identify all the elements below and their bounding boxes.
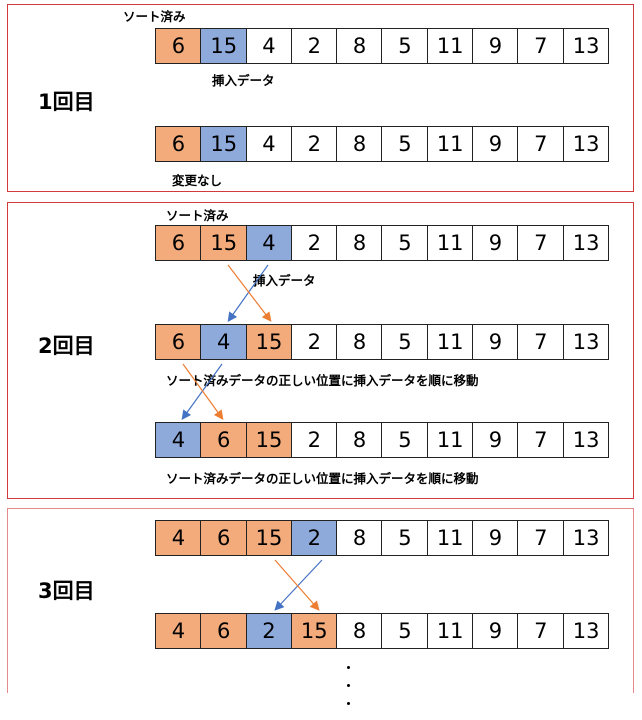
array-cell: 9 [472, 28, 519, 64]
array-cell: 15 [200, 28, 248, 64]
move-note: ソート済みデータの正しい位置に挿入データを順に移動 [166, 471, 479, 486]
round-3-row-2: 4 6 2 15 8 5 11 9 7 13 [155, 613, 610, 649]
array-cell: 7 [517, 28, 565, 64]
array-cell: 8 [336, 28, 383, 64]
array-cell: 13 [562, 28, 610, 64]
array-cell: 5 [381, 613, 429, 649]
array-cell: 8 [336, 324, 383, 360]
array-cell: 6 [155, 324, 202, 360]
array-cell: 15 [245, 422, 293, 458]
array-cell: 2 [290, 422, 338, 458]
array-cell: 13 [562, 225, 610, 261]
array-cell: 9 [472, 520, 519, 556]
round-2-row-1: 6 15 4 2 8 5 11 9 7 13 [155, 225, 610, 261]
sorted-label: ソート済み [123, 9, 186, 24]
round-1-row-2: 6 15 4 2 8 5 11 9 7 13 [155, 126, 610, 162]
round-1-row-1: 6 15 4 2 8 5 11 9 7 13 [155, 28, 610, 64]
array-cell: 13 [562, 520, 610, 556]
array-cell: 7 [517, 126, 565, 162]
round-2-row-2: 6 4 15 2 8 5 11 9 7 13 [155, 324, 610, 360]
round-3-row-1: 4 6 15 2 8 5 11 9 7 13 [155, 520, 610, 556]
array-cell: 11 [426, 126, 474, 162]
array-cell: 5 [381, 520, 429, 556]
array-cell: 15 [200, 126, 248, 162]
array-cell: 5 [381, 28, 429, 64]
array-cell: 7 [517, 520, 565, 556]
array-cell: 11 [426, 520, 474, 556]
dot [347, 666, 350, 669]
array-cell: 8 [336, 225, 383, 261]
array-cell: 2 [245, 613, 293, 649]
array-cell: 6 [155, 28, 202, 64]
round-2-row-3: 4 6 15 2 8 5 11 9 7 13 [155, 422, 610, 458]
array-cell: 6 [200, 613, 248, 649]
array-cell: 9 [472, 126, 519, 162]
array-cell: 13 [562, 324, 610, 360]
array-cell: 6 [200, 422, 248, 458]
array-cell: 2 [290, 225, 338, 261]
array-cell: 8 [336, 422, 383, 458]
array-cell: 11 [426, 422, 474, 458]
array-cell: 2 [290, 126, 338, 162]
array-cell: 2 [290, 28, 338, 64]
array-cell: 6 [155, 225, 202, 261]
array-cell: 15 [290, 613, 338, 649]
array-cell: 4 [155, 613, 202, 649]
array-cell: 11 [426, 613, 474, 649]
array-cell: 5 [381, 324, 429, 360]
array-cell: 6 [155, 126, 202, 162]
array-cell: 8 [336, 613, 383, 649]
array-cell: 5 [381, 126, 429, 162]
array-cell: 8 [336, 126, 383, 162]
dot [347, 702, 350, 705]
array-cell: 4 [245, 28, 293, 64]
insert-data-label: 挿入データ [212, 73, 275, 88]
array-cell: 9 [472, 324, 519, 360]
array-cell: 7 [517, 422, 565, 458]
array-cell: 13 [562, 613, 610, 649]
array-cell: 5 [381, 225, 429, 261]
continuation-dots [345, 662, 353, 712]
array-cell: 4 [155, 422, 202, 458]
array-cell: 13 [562, 422, 610, 458]
array-cell: 9 [472, 422, 519, 458]
round-2-label: 2回目 [38, 334, 95, 358]
array-cell: 9 [472, 225, 519, 261]
array-cell: 9 [472, 613, 519, 649]
array-cell: 2 [290, 520, 338, 556]
array-cell: 2 [290, 324, 338, 360]
array-cell: 4 [245, 225, 293, 261]
dot [347, 684, 350, 687]
round-1-label: 1回目 [38, 90, 95, 114]
array-cell: 11 [426, 225, 474, 261]
sorted-label: ソート済み [166, 208, 229, 223]
array-cell: 13 [562, 126, 610, 162]
move-note: ソート済みデータの正しい位置に挿入データを順に移動 [166, 373, 479, 388]
array-cell: 6 [200, 520, 248, 556]
no-change-label: 変更なし [172, 173, 223, 188]
round-3-label: 3回目 [38, 579, 95, 603]
array-cell: 8 [336, 520, 383, 556]
array-cell: 4 [200, 324, 248, 360]
array-cell: 11 [426, 324, 474, 360]
insert-data-label: 挿入データ [253, 273, 316, 288]
array-cell: 15 [245, 520, 293, 556]
array-cell: 7 [517, 324, 565, 360]
array-cell: 5 [381, 422, 429, 458]
array-cell: 4 [155, 520, 202, 556]
array-cell: 15 [245, 324, 293, 360]
array-cell: 11 [426, 28, 474, 64]
array-cell: 15 [200, 225, 248, 261]
array-cell: 7 [517, 613, 565, 649]
array-cell: 4 [245, 126, 293, 162]
array-cell: 7 [517, 225, 565, 261]
